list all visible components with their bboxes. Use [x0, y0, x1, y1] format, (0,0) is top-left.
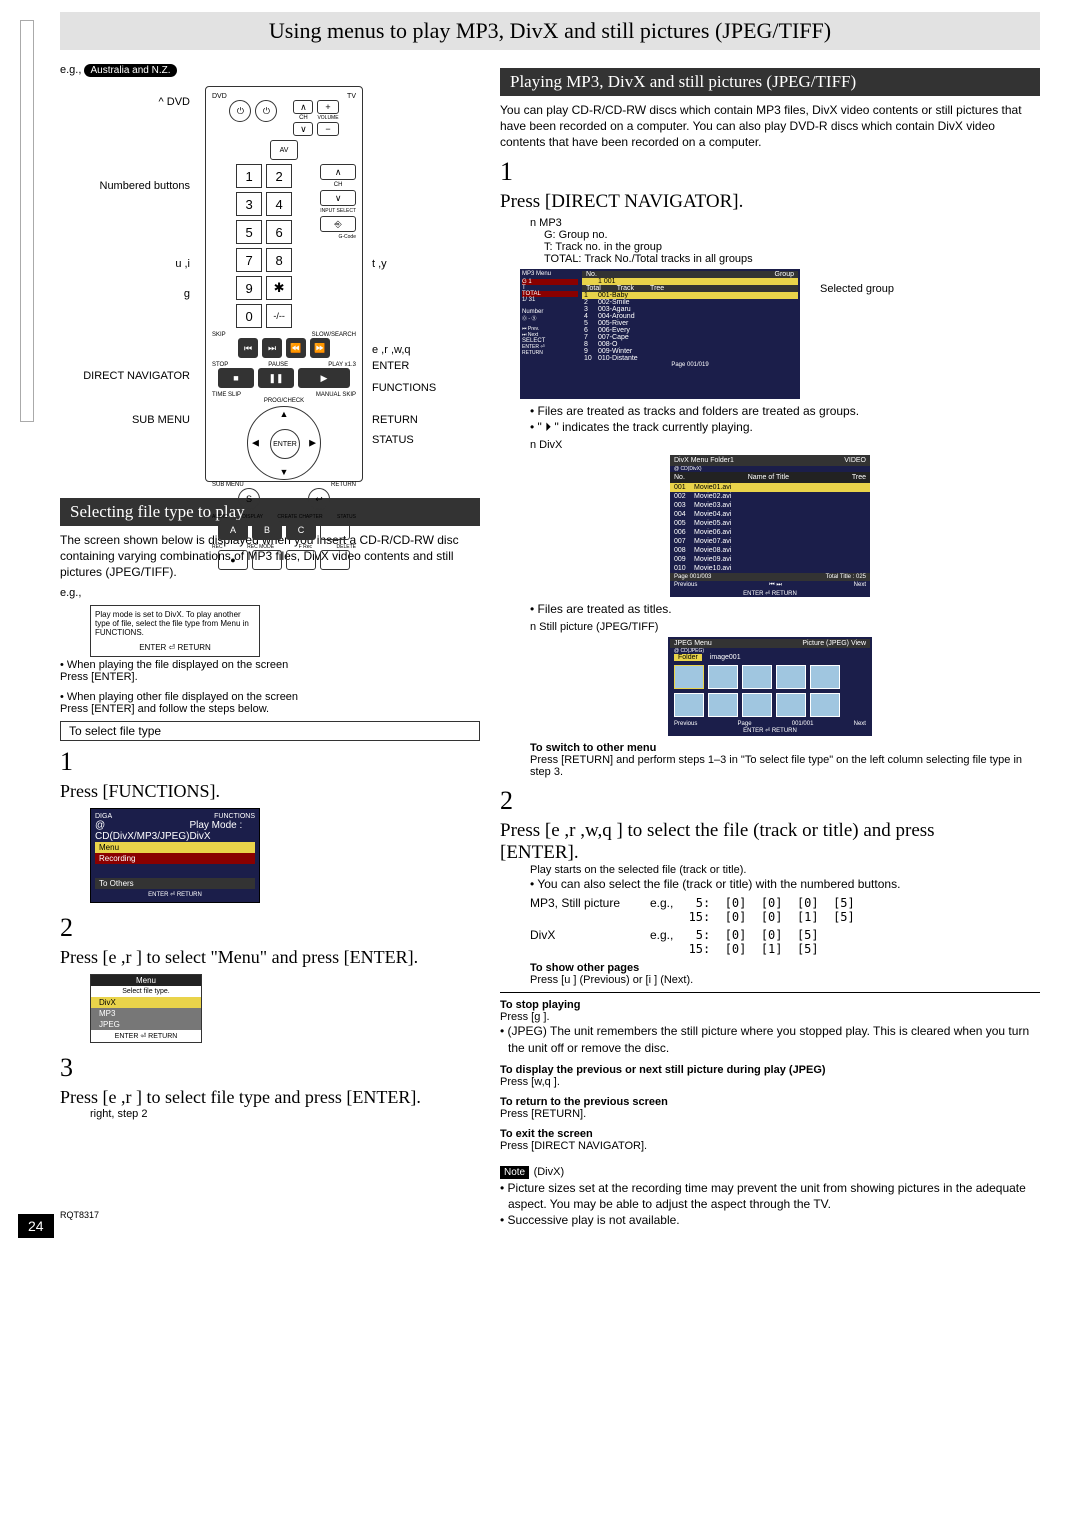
menu-screenshot: Menu Select file type. DivX MP3 JPEG ENT…: [90, 974, 202, 1043]
input-select-icon: ⎆: [320, 216, 356, 232]
play-icon: ▶: [298, 368, 350, 388]
enter-button: ENTER: [270, 429, 300, 459]
label-ui: u ,i: [60, 258, 190, 270]
ch-down2-icon: ∨: [320, 190, 356, 206]
right-column: Playing MP3, DivX and still pictures (JP…: [500, 60, 1040, 1228]
up-arrow-icon: ▲: [280, 409, 289, 419]
forward-icon: ⏩: [310, 338, 330, 358]
label-direct: DIRECT NAVIGATOR: [60, 370, 190, 382]
playmode-tip: Play mode is set to DivX. To play anothe…: [90, 605, 260, 657]
power-tv-icon: ⏻: [255, 100, 277, 122]
functions-screenshot: DIGAFUNCTIONS @ CD(DivX/MP3/JPEG)Play Mo…: [90, 808, 260, 903]
r-step-1: 1 Press [DIRECT NAVIGATOR].: [500, 157, 1040, 213]
page-title: Using menus to play MP3, DivX and still …: [60, 12, 1040, 50]
pause-icon: ❚❚: [258, 368, 294, 388]
label-enter: ENTER: [372, 360, 409, 372]
tv-label: TV: [347, 93, 356, 100]
av-button: AV: [270, 140, 298, 160]
power-dvd-icon: ⏻: [229, 100, 251, 122]
step-1: 1 Press [FUNCTIONS].: [60, 747, 480, 802]
select-filetype-heading: To select file type: [60, 721, 480, 741]
submenu-button: S: [238, 488, 260, 510]
down-arrow-icon: ▼: [280, 467, 289, 477]
label-return: RETURN: [372, 414, 418, 426]
remote-body: DVD TV ⏻ ⏻ ∧ CH ∨ +: [205, 86, 363, 482]
side-tab: [20, 20, 34, 422]
rec-button: ●: [218, 550, 248, 570]
label-numbered: Numbered buttons: [60, 180, 190, 192]
section-playing: Playing MP3, DivX and still pictures (JP…: [500, 68, 1040, 96]
right-arrow-icon: ▶: [309, 438, 316, 449]
colour-d: [320, 520, 350, 540]
navigator-screenshot: MP3 Menu G 1 T TOTAL 1/ 31 Number ⓪ - ⑨ …: [520, 269, 800, 399]
rewind-icon: ⏪: [286, 338, 306, 358]
thumbnail-icon: [674, 665, 704, 689]
r-step-2: 2 Press [e ,r ,w,q ] to select the file …: [500, 786, 1040, 864]
note-badge: Note: [500, 1166, 529, 1179]
skip-next-icon: ⏭: [262, 338, 282, 358]
step-2: 2 Press [e ,r ] to select "Menu" and pre…: [60, 913, 480, 968]
label-submenu: SUB MENU: [60, 414, 190, 426]
stop-icon: ■: [218, 368, 254, 388]
colour-c: C: [286, 520, 316, 540]
skip-prev-icon: ⏮: [238, 338, 258, 358]
selected-group-label: Selected group: [820, 283, 894, 295]
vol-down-icon: −: [317, 122, 338, 136]
divx-screenshot: DivX Menu Folder1VIDEO @ CD(DivX) No.Nam…: [670, 455, 870, 597]
step-3: 3 Press [e ,r ] to select file type and …: [60, 1053, 480, 1108]
two-columns: e.g., Australia and N.Z. ^ DVD Numbered …: [60, 60, 1040, 1228]
ch-up-icon: ∧: [293, 100, 313, 114]
label-erwq: e ,r ,w,q: [372, 344, 411, 356]
ch-down-icon: ∨: [293, 122, 313, 136]
colour-b: B: [252, 520, 282, 540]
colour-a: A: [218, 520, 248, 540]
region-label: e.g., Australia and N.Z.: [60, 64, 480, 76]
jpeg-screenshot: JPEG MenuPicture (JPEG) View @ CD(JPEG) …: [668, 637, 872, 736]
label-ty: t ,y: [372, 258, 387, 270]
manual-page: Using menus to play MP3, DivX and still …: [0, 0, 1080, 1248]
vol-up-icon: +: [317, 100, 338, 114]
left-column: e.g., Australia and N.Z. ^ DVD Numbered …: [60, 60, 480, 1228]
doc-code: RQT8317: [60, 1210, 99, 1220]
label-status: STATUS: [372, 434, 414, 446]
remote-diagram: ^ DVD Numbered buttons u ,i g DIRECT NAV…: [60, 80, 480, 490]
label-dvd: ^ DVD: [60, 96, 190, 108]
return-button: ↩: [308, 488, 330, 510]
label-g: g: [60, 288, 190, 300]
page-number: 24: [18, 1214, 54, 1238]
left-arrow-icon: ◀: [252, 438, 259, 449]
label-functions: FUNCTIONS: [372, 382, 436, 394]
ch-up2-icon: ∧: [320, 164, 356, 180]
number-pad: 123 456 789 ✱0-/--: [222, 164, 306, 328]
direction-pad: ENTER ▲ ▼ ◀ ▶: [247, 406, 321, 480]
